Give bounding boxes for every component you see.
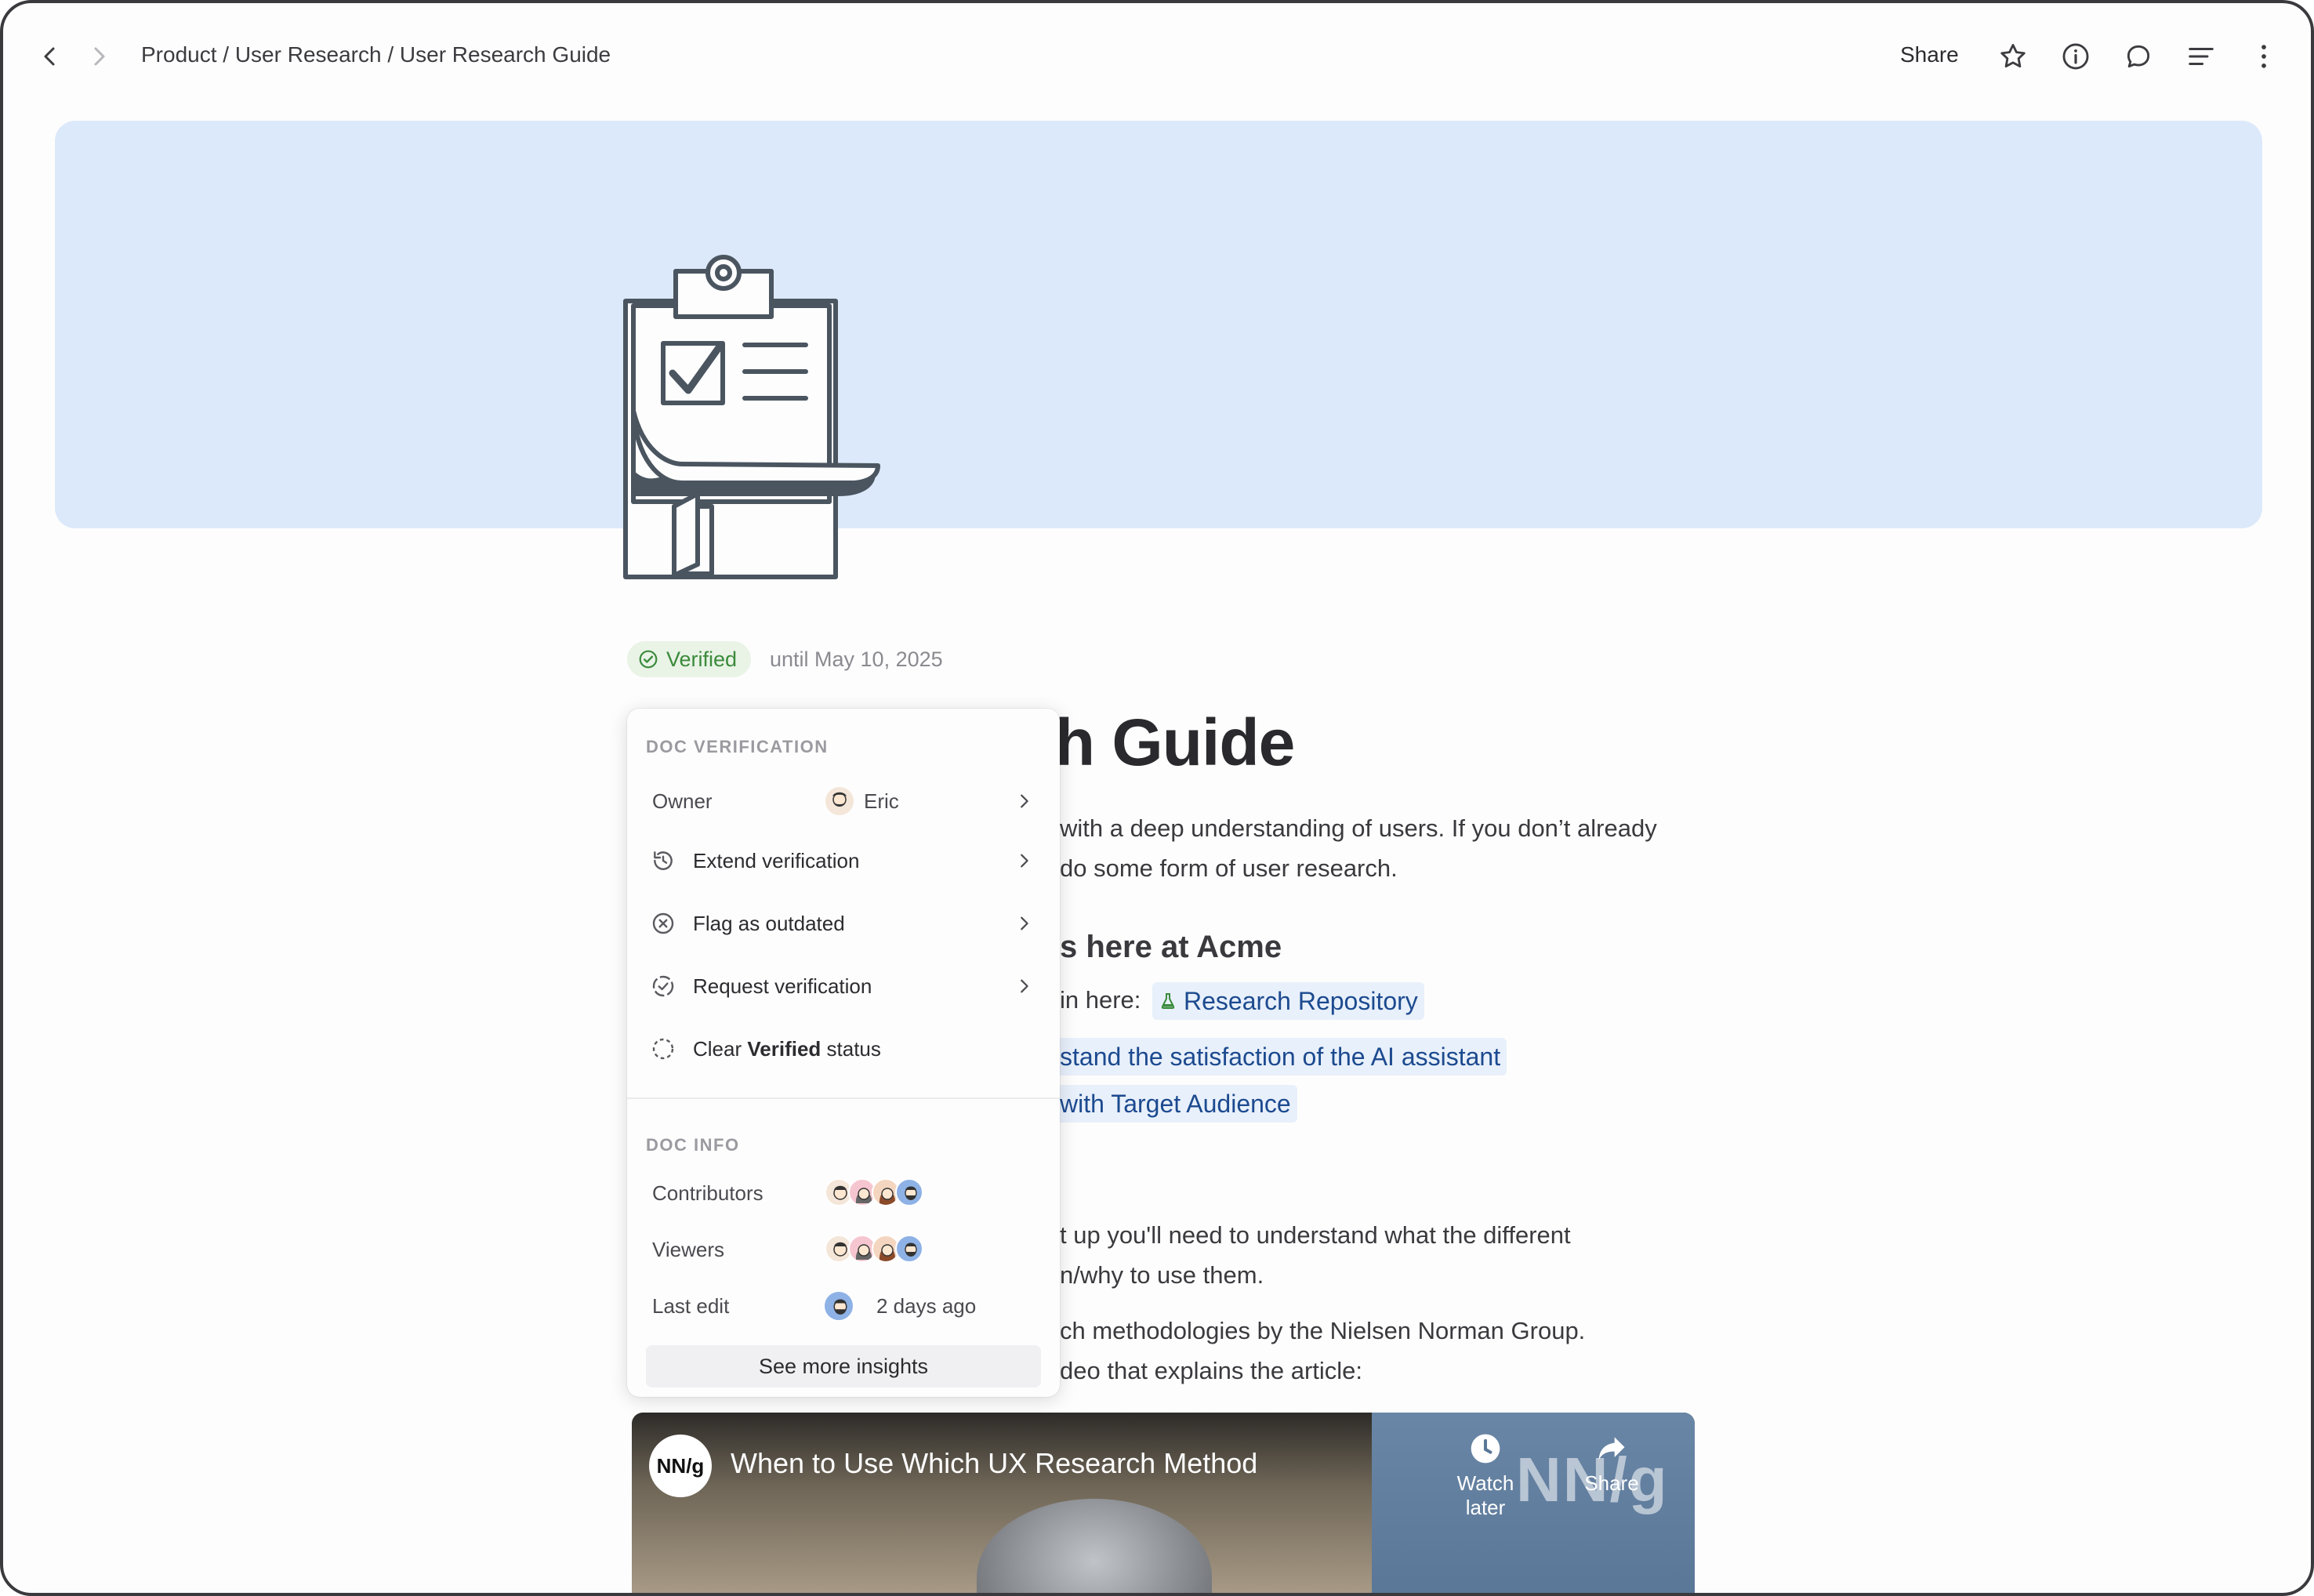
- request-verification-label: Request verification: [693, 974, 872, 998]
- paragraph-4-line-1: ch methodologies by the Nielsen Norman G…: [1060, 1317, 1586, 1344]
- clear-verified-label: Clear Verified status: [693, 1037, 881, 1061]
- forward-icon: [94, 47, 105, 66]
- watch-later-button[interactable]: Watch later: [1442, 1431, 1529, 1520]
- popover-divider: [627, 1097, 1060, 1099]
- clear-verified-item[interactable]: Clear Verified status: [637, 1024, 1050, 1074]
- dashed-circle-icon: [649, 1035, 677, 1063]
- channel-logo[interactable]: NN/g: [649, 1435, 712, 1497]
- x-circle-icon: [649, 909, 677, 938]
- verified-until: until May 10, 2025: [770, 647, 943, 671]
- flag-outdated-item[interactable]: Flag as outdated: [637, 898, 1050, 949]
- comment-icon: [2127, 45, 2150, 68]
- breadcrumb[interactable]: Product / User Research / User Research …: [141, 42, 611, 67]
- paragraph-3-line-2: n/why to use them.: [1060, 1261, 1264, 1289]
- chevron-right-icon: [1013, 850, 1035, 872]
- more-button[interactable]: [2245, 38, 2283, 75]
- last-edit-value: 2 days ago: [876, 1293, 977, 1318]
- doc-verification-heading: DOC VERIFICATION: [646, 737, 829, 756]
- star-icon: [2000, 44, 2026, 68]
- viewers-row[interactable]: Viewers: [637, 1224, 1050, 1275]
- extend-verification-item[interactable]: Extend verification: [637, 836, 1050, 886]
- video-share-label: Share: [1584, 1471, 1639, 1495]
- extend-verification-label: Extend verification: [693, 848, 860, 872]
- clear-suffix: status: [821, 1036, 881, 1061]
- watch-later-label: Watch later: [1456, 1471, 1514, 1519]
- chevron-right-icon: [1013, 975, 1035, 997]
- dashed-check-icon: [649, 972, 677, 1000]
- more-icon: [2261, 45, 2266, 68]
- back-button[interactable]: [31, 38, 69, 75]
- video-title[interactable]: When to Use Which UX Research Method: [731, 1447, 1257, 1480]
- app-window: Product / User Research / User Research …: [0, 0, 2314, 1596]
- see-more-insights-button[interactable]: See more insights: [646, 1345, 1041, 1387]
- share-arrow-icon: [1598, 1437, 1625, 1460]
- request-verification-item[interactable]: Request verification: [637, 961, 1050, 1011]
- video-share-button[interactable]: Share: [1580, 1431, 1643, 1496]
- paragraph-1-line-1: with a deep understanding of users. If y…: [1060, 814, 1657, 842]
- paragraph-2: in here:: [1060, 986, 1141, 1014]
- favorite-button[interactable]: [1994, 38, 2032, 75]
- flag-outdated-label: Flag as outdated: [693, 911, 845, 935]
- research-repository-link[interactable]: Research Repository: [1152, 982, 1424, 1020]
- last-edit-row[interactable]: Last edit 2 days ago: [637, 1281, 1050, 1331]
- forward-button[interactable]: [80, 38, 118, 75]
- back-icon: [44, 47, 55, 66]
- clear-bold: Verified: [747, 1036, 822, 1061]
- video-embed[interactable]: NN/g When to Use Which UX Research Metho…: [632, 1413, 1695, 1593]
- last-edit-label: Last edit: [652, 1293, 730, 1318]
- contributors-label: Contributors: [652, 1181, 763, 1205]
- contributors-avatars[interactable]: [825, 1178, 923, 1206]
- paragraph-4-line-2: deo that explains the article:: [1060, 1357, 1363, 1384]
- info-icon: [2062, 43, 2089, 70]
- research-repository-label: Research Repository: [1184, 986, 1418, 1015]
- last-editor-avatar: [823, 1290, 854, 1322]
- contributors-row[interactable]: Contributors: [637, 1168, 1050, 1218]
- paragraph-1-line-2: do some form of user research.: [1060, 854, 1398, 882]
- owner-avatar: [825, 786, 854, 820]
- flask-icon: [1161, 993, 1175, 1009]
- share-button[interactable]: Share: [1900, 42, 1959, 67]
- avatar: [895, 1178, 923, 1206]
- clear-prefix: Clear: [693, 1036, 748, 1061]
- owner-label: Owner: [652, 789, 713, 813]
- owner-row[interactable]: Owner Eric: [637, 776, 1050, 826]
- clipboard-icon[interactable]: [619, 254, 886, 583]
- target-audience-link[interactable]: with Target Audience: [1054, 1085, 1297, 1123]
- outline-button[interactable]: [2182, 38, 2220, 75]
- verified-badge[interactable]: Verified: [627, 641, 752, 677]
- cover-image: [55, 121, 2262, 528]
- clock-refresh-icon: [649, 847, 677, 875]
- comments-button[interactable]: [2120, 38, 2157, 75]
- outline-icon: [2189, 47, 2214, 66]
- video-thumbnail-person: [977, 1499, 1212, 1593]
- chevron-right-icon: [1013, 790, 1035, 812]
- doc-verification-popover: DOC VERIFICATION Owner Eric Extend verif…: [627, 709, 1060, 1397]
- viewers-avatars[interactable]: [825, 1235, 923, 1263]
- page-title[interactable]: ch Guide: [1019, 705, 1295, 781]
- owner-name: Eric: [864, 789, 899, 813]
- top-bar: Product / User Research / User Research …: [3, 3, 2311, 110]
- check-circle-icon: [639, 650, 658, 669]
- ai-assistant-link[interactable]: stand the satisfaction of the AI assista…: [1054, 1038, 1507, 1075]
- info-button[interactable]: [2057, 38, 2095, 75]
- verified-label: Verified: [666, 647, 738, 671]
- doc-info-heading: DOC INFO: [646, 1135, 740, 1155]
- avatar: [895, 1235, 923, 1263]
- chevron-right-icon: [1013, 912, 1035, 934]
- clock-icon: [1471, 1434, 1500, 1464]
- paragraph-3-line-1: t up you'll need to understand what the …: [1060, 1221, 1571, 1249]
- viewers-label: Viewers: [652, 1237, 725, 1261]
- section-heading: s here at Acme: [1060, 930, 1282, 964]
